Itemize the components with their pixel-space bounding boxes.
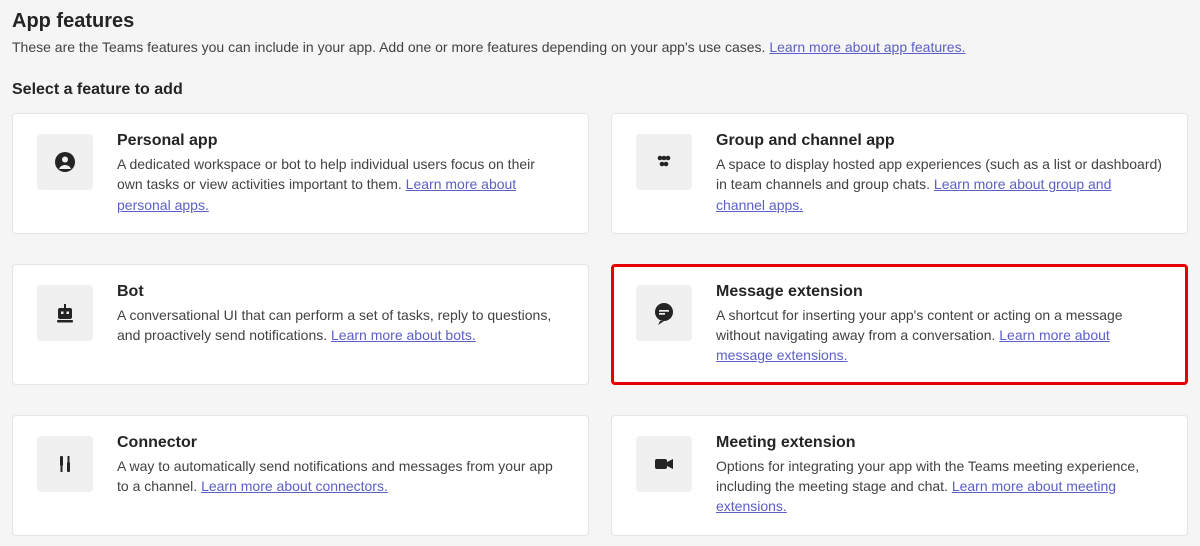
page-subtitle: These are the Teams features you can inc… <box>12 39 1188 55</box>
feature-desc: A conversational UI that can perform a s… <box>117 305 564 346</box>
message-extension-icon <box>636 285 692 341</box>
personal-app-icon <box>37 134 93 190</box>
feature-desc: A dedicated workspace or bot to help ind… <box>117 154 564 215</box>
feature-desc: A way to automatically send notification… <box>117 456 564 497</box>
feature-title: Meeting extension <box>716 434 1163 452</box>
feature-desc: Options for integrating your app with th… <box>716 456 1163 517</box>
feature-grid: Personal app A dedicated workspace or bo… <box>12 113 1188 536</box>
subtitle-text: These are the Teams features you can inc… <box>12 39 769 55</box>
learn-more-connectors-link[interactable]: Learn more about connectors. <box>201 478 388 494</box>
feature-card-personal-app[interactable]: Personal app A dedicated workspace or bo… <box>12 113 589 234</box>
feature-desc: A shortcut for inserting your app's cont… <box>716 305 1163 366</box>
feature-title: Connector <box>117 434 564 452</box>
feature-title: Group and channel app <box>716 132 1163 150</box>
feature-card-group-channel-app[interactable]: Group and channel app A space to display… <box>611 113 1188 234</box>
section-heading: Select a feature to add <box>12 81 1188 99</box>
feature-desc: A space to display hosted app experience… <box>716 154 1163 215</box>
group-channel-icon <box>636 134 692 190</box>
feature-title: Message extension <box>716 283 1163 301</box>
bot-icon <box>37 285 93 341</box>
feature-title: Personal app <box>117 132 564 150</box>
feature-title: Bot <box>117 283 564 301</box>
feature-card-message-extension[interactable]: Message extension A shortcut for inserti… <box>611 264 1188 385</box>
connector-icon <box>37 436 93 492</box>
learn-more-bots-link[interactable]: Learn more about bots. <box>331 327 476 343</box>
meeting-extension-icon <box>636 436 692 492</box>
page-title: App features <box>12 10 1188 33</box>
feature-card-bot[interactable]: Bot A conversational UI that can perform… <box>12 264 589 385</box>
learn-more-app-features-link[interactable]: Learn more about app features. <box>769 39 965 55</box>
